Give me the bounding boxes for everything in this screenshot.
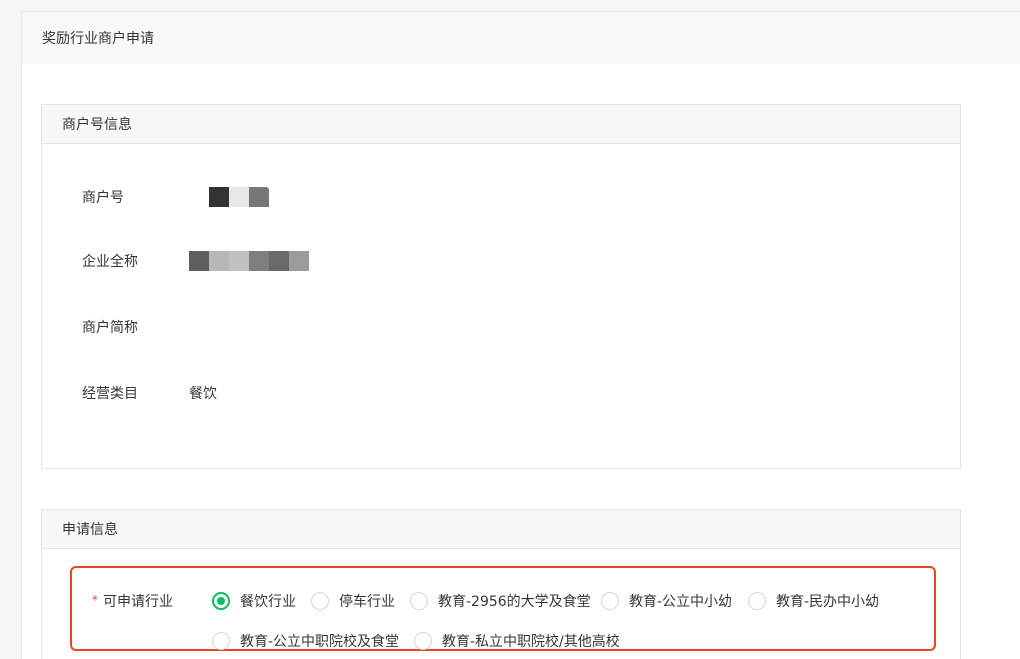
category-value: 餐饮	[189, 386, 217, 402]
mosaic-block	[249, 187, 269, 207]
radio-unchecked-icon[interactable]	[410, 592, 428, 610]
merchant-info-title: 商户号信息	[42, 105, 960, 144]
radio-unchecked-icon[interactable]	[748, 592, 766, 610]
category-row: 经营类目 餐饮	[82, 383, 217, 403]
radio-unchecked-icon[interactable]	[212, 632, 230, 650]
mosaic-block	[229, 187, 249, 207]
radio-checked-icon[interactable]	[212, 592, 230, 610]
industry-option-label: 教育-2956的大学及食堂	[438, 594, 591, 610]
company-name-row: 企业全称	[82, 251, 309, 271]
industry-option[interactable]: 教育-民办中小幼	[748, 591, 879, 611]
company-name-value-redacted	[189, 251, 309, 271]
merchant-id-row: 商户号	[82, 187, 269, 207]
mosaic-block	[209, 187, 229, 207]
industry-label-text: 可申请行业	[103, 594, 173, 610]
company-name-label: 企业全称	[82, 254, 138, 270]
required-mark: *	[92, 593, 98, 607]
short-name-row: 商户简称	[82, 317, 189, 337]
merchant-info-card: 商户号信息 商户号 企业全称 商户简称 经营类目 餐饮	[41, 104, 961, 469]
industry-option[interactable]: 停车行业	[311, 591, 395, 611]
radio-unchecked-icon[interactable]	[414, 632, 432, 650]
industry-option[interactable]: 餐饮行业	[212, 591, 296, 611]
mosaic-block	[249, 251, 269, 271]
merchant-id-value-redacted	[209, 187, 269, 207]
industry-option-label: 教育-公立中小幼	[629, 594, 733, 610]
mosaic-block	[189, 251, 209, 271]
industry-option[interactable]: 教育-2956的大学及食堂	[410, 591, 591, 611]
industry-option[interactable]: 教育-公立中职院校及食堂	[212, 631, 399, 651]
mosaic-block	[209, 251, 229, 271]
mosaic-block	[229, 251, 249, 271]
radio-unchecked-icon[interactable]	[311, 592, 329, 610]
page-title: 奖励行业商户申请	[22, 12, 1020, 64]
industry-option-label: 餐饮行业	[240, 594, 296, 610]
short-name-label: 商户简称	[82, 320, 138, 336]
industry-option-label: 教育-民办中小幼	[776, 594, 880, 610]
industry-label: * 可申请行业	[92, 591, 173, 611]
industry-option[interactable]: 教育-私立中职院校/其他高校	[414, 631, 620, 651]
mosaic-block	[289, 251, 309, 271]
industry-option-label: 教育-私立中职院校/其他高校	[442, 634, 620, 650]
industry-option-label: 教育-公立中职院校及食堂	[240, 634, 400, 650]
application-title: 申请信息	[42, 510, 960, 549]
category-label: 经营类目	[82, 386, 138, 402]
industry-option-label: 停车行业	[339, 594, 395, 610]
radio-unchecked-icon[interactable]	[601, 592, 619, 610]
industry-option[interactable]: 教育-公立中小幼	[601, 591, 732, 611]
mosaic-block	[269, 251, 289, 271]
merchant-id-label: 商户号	[82, 190, 124, 206]
